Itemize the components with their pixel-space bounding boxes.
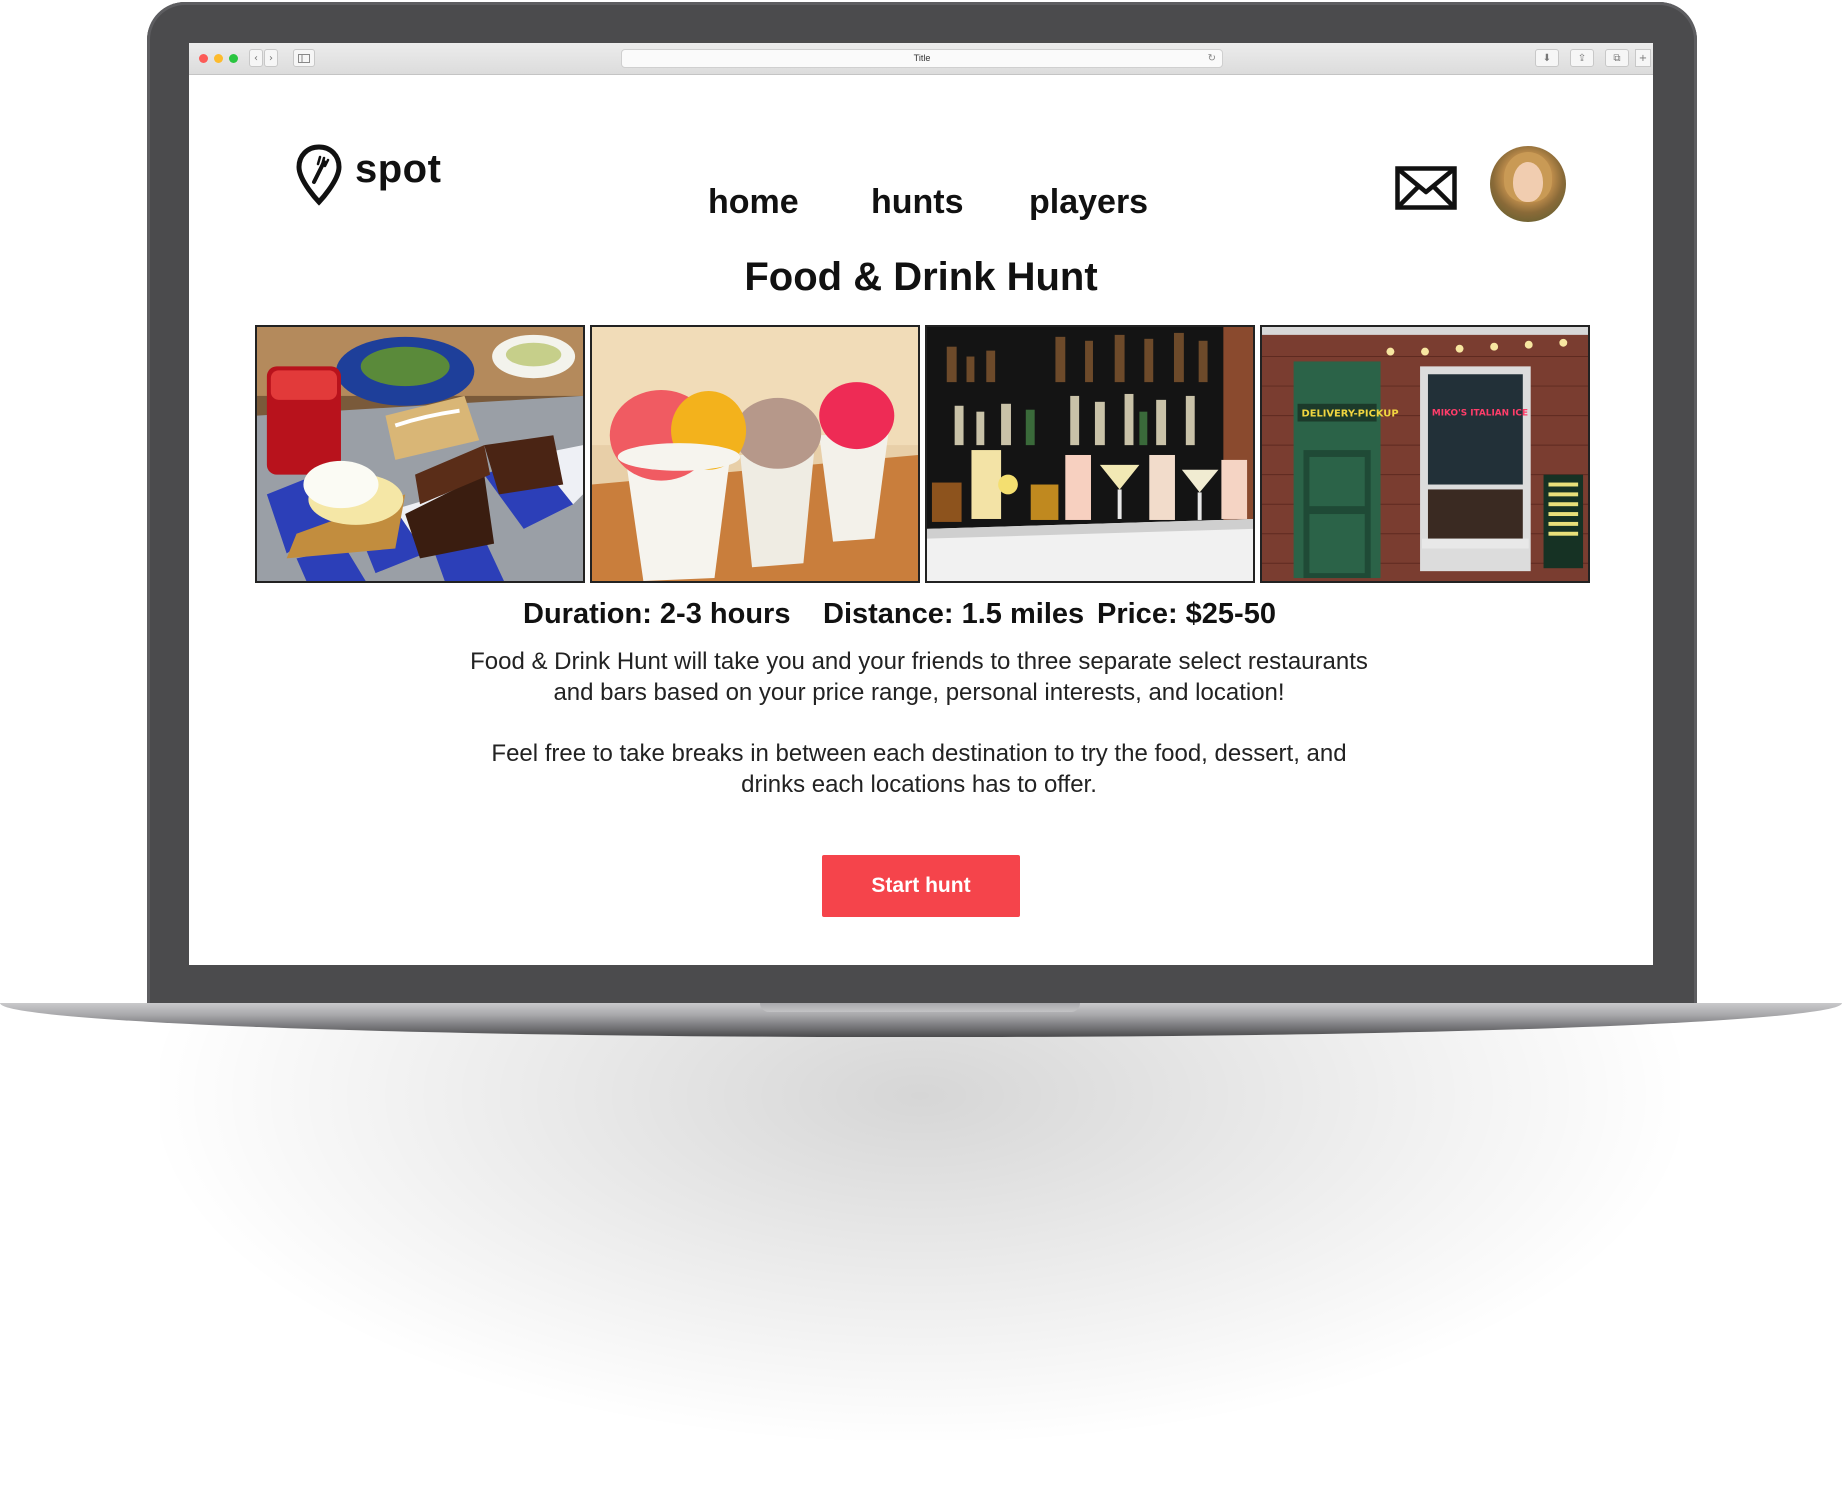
messages-button[interactable] [1395,166,1457,215]
desserts-photo [255,325,585,583]
sidebar-toggle-button[interactable] [293,49,315,67]
storefront-sign-text: MIKO'S ITALIAN ICE [1432,409,1528,419]
nav-item-home[interactable]: home [708,183,799,222]
map-pin-fork-icon [296,144,342,206]
close-window-button[interactable] [199,54,208,63]
nav-item-hunts[interactable]: hunts [871,183,964,222]
delivery-sign-text: DELIVERY-PICKUP [1302,409,1399,420]
description-paragraph-1: Food & Drink Hunt will take you and your… [470,648,1368,706]
laptop-notch [760,1003,1080,1012]
browser-window: ‹ › Title ↻ ⬇ ⇪ ⧉ + spot home hunts play… [189,43,1653,965]
address-bar[interactable]: Title ↻ [621,49,1223,68]
start-hunt-button[interactable]: Start hunt [822,855,1020,917]
duration-stat: Duration: 2-3 hours [523,598,791,630]
zoom-window-button[interactable] [229,54,238,63]
download-button[interactable]: ⬇ [1535,49,1559,67]
page-tab-title: Title [913,53,931,63]
site-logo[interactable]: spot [295,144,441,206]
hunt-description: Food & Drink Hunt will take you and your… [469,646,1369,800]
reload-icon[interactable]: ↻ [1208,50,1216,67]
laptop-shadow [160,1020,1680,1440]
back-button[interactable]: ‹ [249,49,263,67]
minimize-window-button[interactable] [214,54,223,63]
tabs-overview-button[interactable]: ⧉ [1605,49,1629,67]
user-avatar[interactable] [1490,146,1566,222]
price-stat: Price: $25-50 [1097,598,1276,630]
page-title: Food & Drink Hunt [744,255,1098,299]
forward-button[interactable]: › [264,49,278,67]
nav-item-players[interactable]: players [1029,183,1148,222]
mockup-stage: ‹ › Title ↻ ⬇ ⇪ ⧉ + spot home hunts play… [0,0,1842,1493]
description-paragraph-2: Feel free to take breaks in between each… [491,740,1347,798]
italian-ice-photo [590,325,920,583]
distance-stat: Distance: 1.5 miles [823,598,1085,630]
storefront-photo: DELIVERY-PICKUP MIKO'S ITALIAN ICE [1260,325,1590,583]
new-tab-button[interactable]: + [1635,49,1651,67]
share-button[interactable]: ⇪ [1570,49,1594,67]
avatar-face [1513,162,1543,202]
envelope-icon [1395,166,1457,210]
logo-text: spot [355,146,442,191]
bar-cocktails-photo [925,325,1255,583]
sidebar-icon [298,53,310,63]
hunt-photo-strip: DELIVERY-PICKUP MIKO'S ITALIAN ICE [255,325,1590,583]
browser-toolbar: ‹ › Title ↻ ⬇ ⇪ ⧉ + [189,43,1653,75]
